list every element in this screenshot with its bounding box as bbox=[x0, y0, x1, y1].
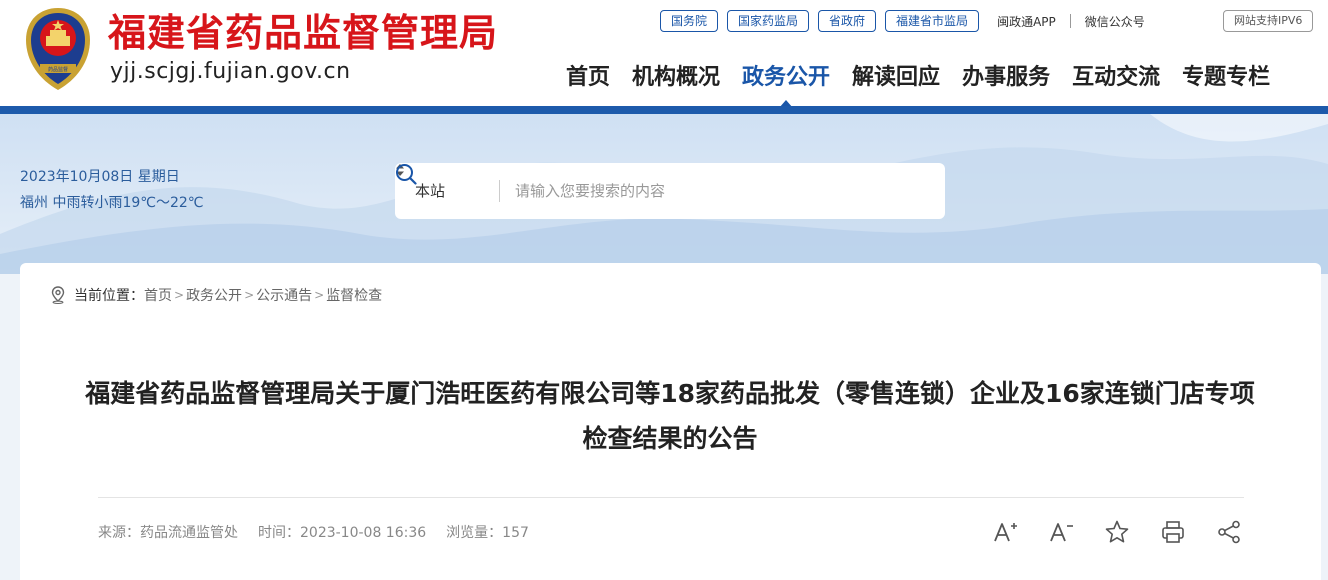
breadcrumb-separator: > bbox=[174, 288, 185, 302]
link-fujian-samr[interactable]: 福建省市监局 bbox=[885, 10, 980, 32]
search-input[interactable] bbox=[515, 175, 885, 207]
nav-home[interactable]: 首页 bbox=[555, 58, 621, 98]
nav-special-topics[interactable]: 专题专栏 bbox=[1171, 58, 1281, 98]
nav-about[interactable]: 机构概况 bbox=[621, 58, 731, 98]
location-pin-icon bbox=[51, 286, 65, 304]
star-icon[interactable] bbox=[1104, 519, 1130, 545]
share-icon[interactable] bbox=[1216, 519, 1242, 545]
article-tools bbox=[992, 519, 1242, 545]
link-nmpa[interactable]: 国家药监局 bbox=[727, 10, 810, 32]
top-links-divider bbox=[1069, 14, 1071, 28]
breadcrumb-notices[interactable]: 公示通告 bbox=[256, 285, 312, 305]
article-views: 浏览量：157 bbox=[446, 525, 529, 541]
link-gov-council[interactable]: 国务院 bbox=[660, 10, 719, 32]
article-panel: 当前位置： 首页 > 政务公开 > 公示通告 > 监督检查 福建省药品监督管理局… bbox=[20, 263, 1321, 580]
site-title: 福建省药品监督管理局 bbox=[108, 10, 499, 55]
breadcrumb-label: 当前位置： bbox=[74, 288, 144, 304]
link-province-gov[interactable]: 省政府 bbox=[818, 10, 877, 32]
nav-interaction[interactable]: 互动交流 bbox=[1061, 58, 1171, 98]
search-box: 本站 bbox=[395, 163, 945, 219]
ipv6-badge: 网站支持IPV6 bbox=[1223, 10, 1314, 32]
breadcrumb-home[interactable]: 首页 bbox=[144, 285, 172, 305]
breadcrumb-gov-affairs[interactable]: 政务公开 bbox=[186, 285, 242, 305]
search-divider bbox=[499, 180, 500, 202]
breadcrumb-separator: > bbox=[244, 288, 255, 302]
link-wechat[interactable]: 微信公众号 bbox=[1085, 13, 1145, 30]
banner: 2023年10月08日 星期日 福州 中雨转小雨19℃～22℃ 本站 bbox=[0, 114, 1328, 274]
font-increase-icon[interactable] bbox=[992, 519, 1018, 545]
header-accent-bar bbox=[0, 106, 1328, 114]
current-date: 2023年10月08日 星期日 bbox=[20, 169, 180, 185]
search-scope-select[interactable]: 本站 bbox=[415, 163, 445, 219]
font-decrease-icon[interactable] bbox=[1048, 519, 1074, 545]
breadcrumb-inspection[interactable]: 监督检查 bbox=[326, 285, 382, 305]
breadcrumb: 当前位置： 首页 > 政务公开 > 公示通告 > 监督检查 bbox=[50, 285, 382, 305]
nav-interpretation[interactable]: 解读回应 bbox=[841, 58, 951, 98]
top-links: 国务院 国家药监局 省政府 福建省市监局 闽政通APP 微信公众号 bbox=[660, 10, 1145, 32]
svg-text:药品监督: 药品监督 bbox=[48, 66, 68, 73]
print-icon[interactable] bbox=[1160, 519, 1186, 545]
site-header: 药品监督 福建省药品监督管理局 yjj.scjgj.fujian.gov.cn … bbox=[0, 0, 1328, 108]
weather-info: 福州 中雨转小雨19℃～22℃ bbox=[20, 195, 204, 211]
article-source: 来源：药品流通监管处 bbox=[98, 525, 238, 541]
article-meta: 来源：药品流通监管处 时间：2023-10-08 16:36 浏览量：157 bbox=[98, 522, 549, 542]
article-title: 福建省药品监督管理局关于厦门浩旺医药有限公司等18家药品批发（零售连锁）企业及1… bbox=[85, 379, 1255, 453]
nav-services[interactable]: 办事服务 bbox=[951, 58, 1061, 98]
link-min-app[interactable]: 闽政通APP bbox=[997, 13, 1056, 30]
breadcrumb-separator: > bbox=[314, 288, 325, 302]
main-nav: 首页 机构概况 政务公开 解读回应 办事服务 互动交流 专题专栏 bbox=[555, 58, 1281, 108]
article-time: 时间：2023-10-08 16:36 bbox=[258, 525, 427, 541]
title-divider bbox=[98, 497, 1244, 498]
site-domain: yjj.scjgj.fujian.gov.cn bbox=[110, 59, 351, 84]
nav-gov-affairs[interactable]: 政务公开 bbox=[731, 58, 841, 108]
police-emblem-logo: 药品监督 bbox=[26, 8, 90, 90]
search-icon[interactable] bbox=[395, 163, 417, 185]
